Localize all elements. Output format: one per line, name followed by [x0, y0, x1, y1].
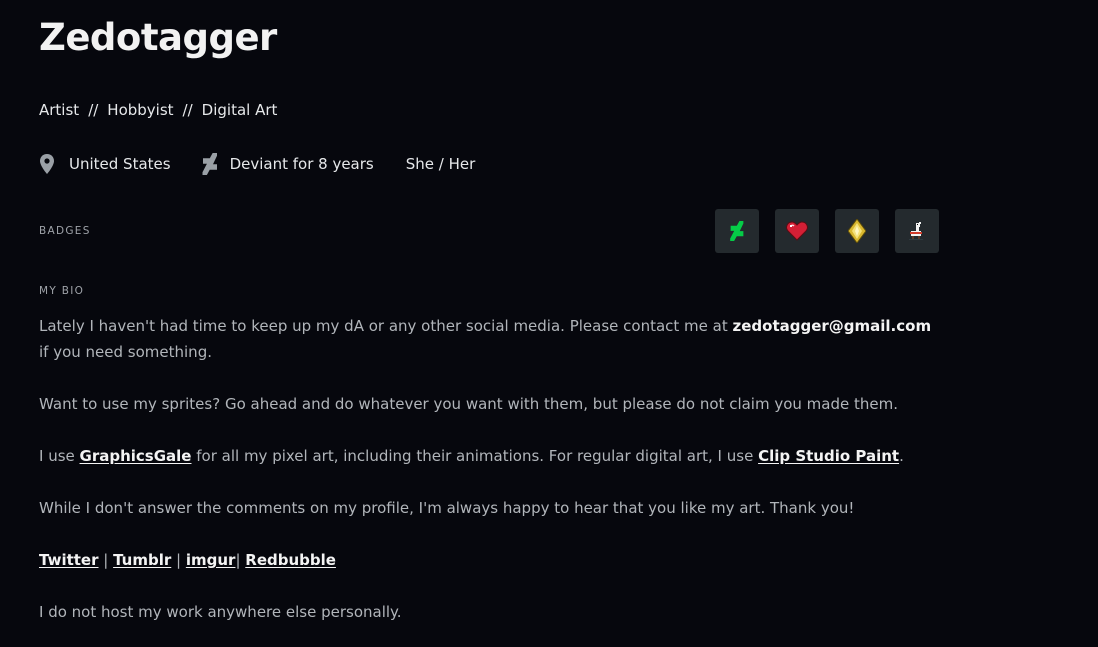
link-separator: | [171, 551, 186, 569]
profile-pronouns: She / Her [405, 155, 476, 173]
badge-deviantart[interactable] [715, 209, 759, 253]
clip-studio-paint-link[interactable]: Clip Studio Paint [758, 447, 899, 465]
bio-paragraph: I use GraphicsGale for all my pixel art,… [39, 443, 939, 469]
profile-name: Zedotagger [39, 16, 277, 59]
deviant-duration: Deviant for 8 years [229, 155, 374, 173]
link-separator: | [235, 551, 246, 569]
deviantart-logo-icon [202, 153, 218, 175]
bio-paragraph: I do not host my work anywhere else pers… [39, 603, 402, 621]
bio-text: I use [39, 447, 80, 465]
bio-text: for all my pixel art, including their an… [191, 447, 759, 465]
bio-text: if you need something. [39, 343, 212, 361]
gem-badge-icon [848, 219, 866, 243]
tag-artist: Artist [39, 101, 80, 119]
imgur-link[interactable]: imgur [186, 551, 236, 569]
bio-text: . [899, 447, 904, 465]
location-pin-icon [39, 154, 55, 174]
bio-text: Lately I haven't had time to keep up my … [39, 317, 733, 335]
badges-list [715, 209, 939, 253]
bio-content: Lately I haven't had time to keep up my … [39, 313, 939, 647]
link-separator: | [98, 551, 114, 569]
tag-hobbyist: Hobbyist [107, 101, 174, 119]
tag-separator: // [182, 101, 193, 119]
badge-heart[interactable] [775, 209, 819, 253]
redbubble-link[interactable]: Redbubble [245, 551, 336, 569]
bio-paragraph: Lately I haven't had time to keep up my … [39, 313, 939, 365]
badge-gem[interactable] [835, 209, 879, 253]
profile-about-panel: Zedotagger Artist // Hobbyist // Digital… [0, 0, 1098, 647]
tumblr-link[interactable]: Tumblr [113, 551, 171, 569]
social-links: Twitter | Tumblr | imgur| Redbubble [39, 547, 939, 573]
tag-digital-art: Digital Art [201, 101, 278, 119]
tag-separator: // [88, 101, 99, 119]
profile-meta: United States Deviant for 8 years She / … [39, 153, 475, 175]
badge-llama[interactable] [895, 209, 939, 253]
llama-badge-icon [909, 222, 923, 240]
graphicsgale-link[interactable]: GraphicsGale [80, 447, 192, 465]
contact-email: zedotagger@gmail.com [732, 317, 932, 335]
bio-paragraph: Want to use my sprites? Go ahead and do … [39, 395, 898, 413]
deviantart-logo-badge-icon [730, 221, 744, 241]
profile-tags: Artist // Hobbyist // Digital Art [39, 99, 277, 121]
bio-paragraph: While I don't answer the comments on my … [39, 499, 855, 517]
heart-badge-icon [786, 221, 808, 241]
profile-location: United States [69, 155, 171, 173]
twitter-link[interactable]: Twitter [39, 551, 99, 569]
bio-label: MY BIO [39, 285, 85, 297]
badges-label: BADGES [39, 225, 91, 237]
